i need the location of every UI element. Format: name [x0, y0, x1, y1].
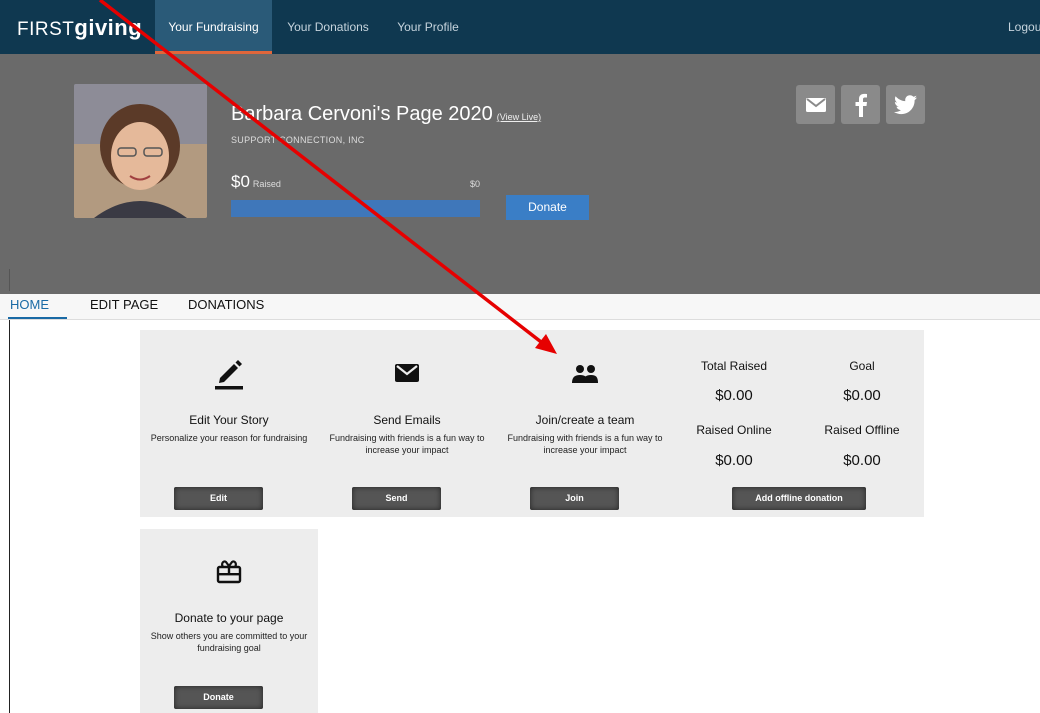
- add-offline-donation-button[interactable]: Add offline donation: [732, 487, 866, 510]
- page-border-top: [9, 269, 10, 291]
- profile-photo: [74, 84, 207, 218]
- team-description: Fundraising with friends is a fun way to…: [507, 433, 663, 455]
- subnav-tab-edit-page[interactable]: EDIT PAGE: [90, 297, 158, 312]
- subnav-tab-home[interactable]: HOME: [10, 297, 49, 312]
- join-team-button[interactable]: Join: [530, 487, 619, 510]
- fundraising-stats-card: Total Raised $0.00 Goal $0.00 Raised Onl…: [674, 330, 924, 517]
- donate-page-icon-wrap: [140, 557, 318, 585]
- donate-button[interactable]: Donate: [506, 195, 589, 220]
- logo-text-giving: giving: [74, 15, 143, 40]
- twitter-icon: [893, 94, 917, 114]
- raised-label: Raised: [252, 179, 281, 189]
- edit-story-icon-wrap: [140, 356, 318, 390]
- raised-offline-value: $0.00: [843, 452, 881, 469]
- send-emails-card: Send Emails Fundraising with friends is …: [318, 330, 496, 517]
- donate-page-title: Donate to your page: [174, 611, 284, 625]
- raised-online-value: $0.00: [715, 452, 753, 469]
- active-tab-indicator: [8, 317, 67, 319]
- edit-story-title: Edit Your Story: [189, 413, 269, 427]
- edit-story-description: Personalize your reason for fundraising: [150, 433, 308, 443]
- raised-summary: $0 Raised: [231, 172, 281, 192]
- logout-link[interactable]: Logou: [1008, 0, 1040, 54]
- gift-icon: [216, 560, 242, 584]
- send-emails-button[interactable]: Send: [352, 487, 441, 510]
- team-title: Join/create a team: [535, 413, 635, 427]
- raised-offline-label: Raised Offline: [824, 423, 900, 437]
- total-raised-value: $0.00: [715, 387, 753, 404]
- team-people-icon: [572, 365, 598, 383]
- share-facebook-button[interactable]: [841, 85, 880, 124]
- organization-name: SUPPORT CONNECTION, INC: [231, 135, 365, 145]
- nav-tab-your-profile[interactable]: Your Profile: [388, 0, 468, 54]
- nav-tab-your-donations[interactable]: Your Donations: [278, 0, 378, 54]
- sub-nav: HOME EDIT PAGE DONATIONS: [0, 294, 1040, 320]
- donate-page-description: Show others you are committed to your fu…: [150, 631, 308, 653]
- team-icon-wrap: [496, 364, 674, 384]
- team-card: Join/create a team Fundraising with frie…: [496, 330, 674, 517]
- avatar-portrait: [74, 84, 207, 218]
- share-email-button[interactable]: [796, 85, 835, 124]
- pencil-icon: [215, 360, 243, 390]
- goal-label: Goal: [849, 359, 875, 373]
- subnav-tab-donations[interactable]: DONATIONS: [188, 297, 264, 312]
- firstgiving-logo[interactable]: FIRSTgiving: [17, 15, 142, 41]
- logo-text-first: FIRST: [17, 19, 75, 40]
- page-title-text: Barbara Cervoni's Page 2020: [231, 103, 493, 125]
- page-title: Barbara Cervoni's Page 2020 (View Live): [231, 103, 541, 126]
- page-header: Barbara Cervoni's Page 2020 (View Live) S…: [0, 54, 1040, 294]
- envelope-icon: [395, 364, 419, 382]
- page-border-left: [9, 320, 10, 713]
- share-twitter-button[interactable]: [886, 85, 925, 124]
- send-emails-icon-wrap: [318, 363, 496, 383]
- goal-value: $0.00: [843, 387, 881, 404]
- donate-page-button[interactable]: Donate: [174, 686, 263, 709]
- facebook-icon: [855, 93, 867, 117]
- view-live-link[interactable]: (View Live): [497, 112, 541, 122]
- raised-online-label: Raised Online: [696, 423, 772, 437]
- send-emails-description: Fundraising with friends is a fun way to…: [329, 433, 485, 455]
- envelope-icon: [805, 97, 826, 112]
- edit-story-card: Edit Your Story Personalize your reason …: [140, 330, 318, 517]
- edit-story-button[interactable]: Edit: [174, 487, 263, 510]
- goal-amount: $0: [470, 179, 481, 189]
- raised-amount: $0: [231, 172, 250, 191]
- send-emails-title: Send Emails: [373, 413, 441, 427]
- nav-tab-your-fundraising[interactable]: Your Fundraising: [155, 0, 272, 54]
- total-raised-label: Total Raised: [700, 359, 768, 373]
- top-nav: FIRSTgiving Your Fundraising Your Donati…: [0, 0, 1040, 54]
- donate-page-card: Donate to your page Show others you are …: [140, 529, 318, 713]
- fundraising-progress-bar: [231, 200, 480, 217]
